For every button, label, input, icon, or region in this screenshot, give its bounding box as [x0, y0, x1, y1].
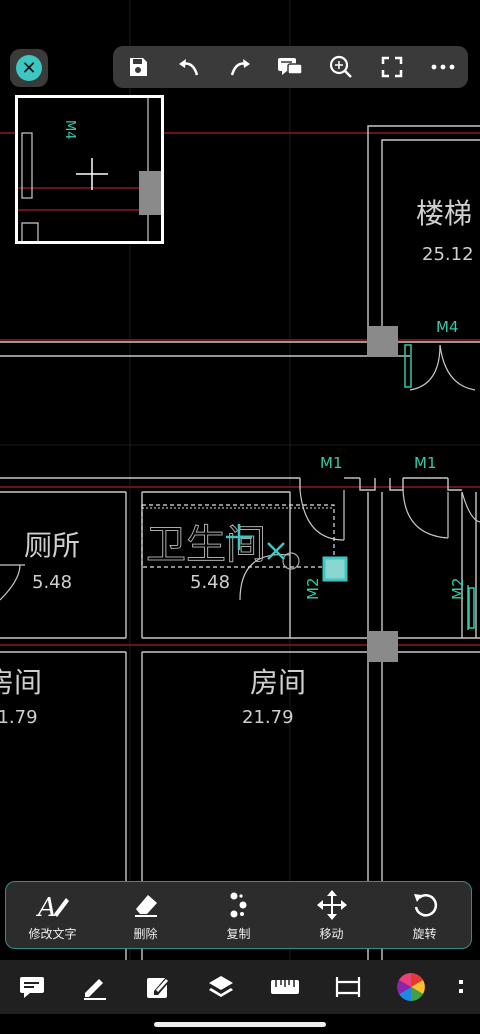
layers-icon [209, 976, 234, 997]
fullscreen-icon [381, 56, 403, 78]
svg-text:M4: M4 [62, 120, 77, 140]
close-selection-button[interactable]: ✕ [10, 49, 48, 87]
close-icon: ✕ [16, 55, 42, 81]
pen-icon [83, 979, 106, 1000]
more-button[interactable] [425, 49, 461, 85]
more-icon [431, 64, 454, 70]
zoom-icon [330, 55, 353, 78]
insertion-grip[interactable] [267, 542, 300, 570]
door-label-m2-a: M2 [304, 578, 322, 601]
door-label-m4: M4 [436, 318, 459, 336]
move-button[interactable]: 移动 [292, 889, 372, 942]
selection-context-toolbar: A 修改文字 删除 复制 移动 旋转 [5, 881, 472, 949]
room-area-room-left: 21.79 [0, 707, 38, 728]
room-name-room-left: 房间 [0, 666, 42, 699]
magnifier-preview: M4 [15, 95, 164, 244]
ruler-button[interactable] [265, 967, 305, 1007]
room-name-stairs: 楼梯 [416, 197, 472, 230]
edit-text-button[interactable]: A 修改文字 [13, 889, 93, 942]
top-toolbar [113, 46, 468, 88]
annotation-icon [19, 977, 44, 998]
delete-button[interactable]: 删除 [106, 889, 186, 942]
room-name-room: 房间 [250, 666, 306, 699]
edit-text-label: 修改文字 [28, 926, 77, 941]
dimension-icon [335, 977, 360, 997]
rotate-label: 旋转 [412, 926, 437, 941]
color-wheel-icon [397, 973, 426, 1001]
room-area-toilet: 5.48 [32, 572, 72, 593]
door-label-m1-b: M1 [414, 454, 437, 472]
room-area-room: 21.79 [242, 707, 294, 728]
color-button[interactable] [391, 967, 431, 1007]
layers-button[interactable] [201, 967, 241, 1007]
eraser-icon [134, 894, 157, 917]
copy-label: 复制 [226, 926, 251, 941]
edit-text-icon: A [36, 893, 69, 920]
room-area-stairs: 25.12 [422, 244, 474, 265]
copy-icon [230, 892, 246, 917]
ruler-icon [270, 980, 299, 994]
room-name-toilet: 厕所 [24, 529, 80, 562]
zoom-button[interactable] [323, 49, 359, 85]
scale-grip[interactable] [322, 556, 348, 582]
markup-icon [147, 977, 171, 998]
bottom-toolbar [0, 960, 480, 1014]
rotate-button[interactable]: 旋转 [385, 889, 465, 942]
move-icon [316, 889, 347, 920]
room-name-bathroom-selected[interactable]: 卫生间 [146, 522, 267, 569]
annotation-button[interactable] [12, 967, 52, 1007]
fullscreen-button[interactable] [374, 49, 410, 85]
redo-button[interactable] [222, 49, 258, 85]
markup-button[interactable] [138, 967, 178, 1007]
more-tools-button[interactable] [454, 967, 468, 1007]
save-button[interactable] [120, 49, 156, 85]
room-area-bathroom: 5.48 [190, 572, 230, 593]
door-label-m1-a: M1 [320, 454, 343, 472]
pen-button[interactable] [75, 967, 115, 1007]
move-label: 移动 [319, 926, 344, 941]
undo-button[interactable] [171, 49, 207, 85]
undo-icon [179, 59, 199, 76]
dimension-button[interactable] [328, 967, 368, 1007]
redo-icon [230, 59, 250, 76]
more-icon [459, 980, 464, 993]
svg-text:A: A [36, 893, 57, 920]
save-icon [130, 58, 148, 76]
door-label-m2-b: M2 [449, 578, 467, 601]
comment-button[interactable] [272, 49, 308, 85]
copy-button[interactable]: 复制 [199, 889, 279, 942]
home-indicator [154, 1022, 326, 1027]
delete-label: 删除 [133, 926, 158, 941]
rotate-icon [413, 893, 437, 916]
comment-icon [278, 58, 304, 75]
